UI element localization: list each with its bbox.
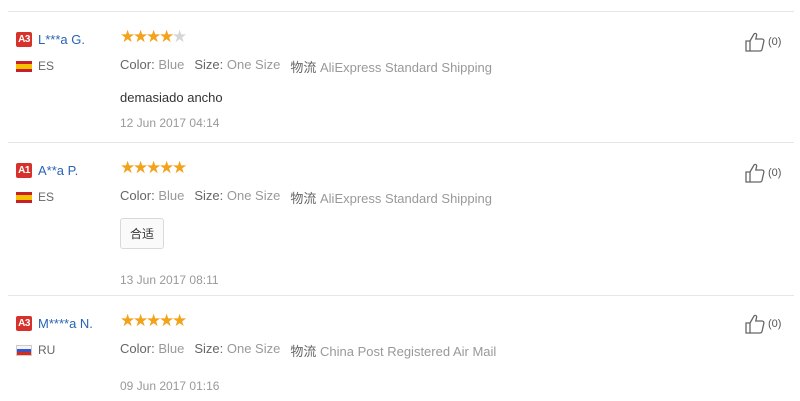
- buyer-level-badge: A3: [16, 31, 32, 47]
- review-date: 13 Jun 2017 08:11: [120, 273, 219, 287]
- review-content: ★ ★ ★ ★ ★ Color: Blue Size: One Size 物流 …: [120, 27, 720, 130]
- buyer-level-badge: A1: [16, 162, 32, 178]
- shipping-value: AliExpress Standard Shipping: [320, 60, 492, 75]
- reviewer-info: A1 A**a P. ES: [16, 160, 116, 205]
- reviewer-name[interactable]: L***a G.: [38, 32, 85, 47]
- size-label: Size:: [194, 188, 224, 203]
- review-item: A3 L***a G. ES ★ ★ ★ ★ ★ Color: Blue Siz…: [8, 11, 794, 143]
- size-label: Size:: [194, 341, 224, 356]
- helpful-button[interactable]: (0): [744, 31, 781, 53]
- helpful-count: (0): [768, 36, 782, 48]
- star-filled-icon: ★: [133, 27, 149, 46]
- thumbs-up-icon: [745, 163, 765, 183]
- color-value: Blue: [158, 341, 185, 356]
- thumbs-up-icon: [745, 32, 765, 52]
- star-filled-icon: ★: [172, 158, 188, 177]
- star-filled-icon: ★: [133, 311, 149, 330]
- color-label: Color:: [120, 57, 155, 72]
- color-label: Color:: [120, 341, 155, 356]
- review-item: A3 M****a N. RU ★ ★ ★ ★ ★ Color: Blue Si…: [8, 295, 794, 401]
- review-item: A1 A**a P. ES ★ ★ ★ ★ ★ Color: Blue Size…: [8, 142, 794, 296]
- thumbs-up-icon: [745, 314, 765, 334]
- helpful-button[interactable]: (0): [744, 162, 781, 184]
- review-text: 合适: [120, 218, 165, 249]
- shipping-label: 物流: [290, 191, 317, 206]
- star-filled-icon: ★: [146, 27, 162, 46]
- star-rating: ★ ★ ★ ★ ★: [120, 158, 720, 177]
- review-date: 12 Jun 2017 04:14: [120, 116, 220, 130]
- star-filled-icon: ★: [120, 27, 136, 46]
- reviewer-name[interactable]: A**a P.: [38, 163, 78, 178]
- star-filled-icon: ★: [159, 311, 175, 330]
- reviewer-country: ES: [38, 190, 55, 204]
- star-rating: ★ ★ ★ ★ ★: [120, 27, 720, 46]
- star-filled-icon: ★: [159, 27, 175, 46]
- color-value: Blue: [158, 188, 185, 203]
- size-value: One Size: [226, 188, 281, 203]
- review-content: ★ ★ ★ ★ ★ Color: Blue Size: One Size 物流 …: [120, 158, 720, 287]
- star-filled-icon: ★: [120, 158, 136, 177]
- color-value: Blue: [158, 57, 185, 72]
- product-attributes: Color: Blue Size: One Size 物流 AliExpress…: [120, 188, 720, 207]
- helpful-button[interactable]: (0): [744, 313, 781, 335]
- helpful-count: (0): [768, 167, 782, 179]
- size-label: Size:: [194, 57, 224, 72]
- review-content: ★ ★ ★ ★ ★ Color: Blue Size: One Size 物流 …: [120, 311, 720, 393]
- russia-flag-icon: [16, 344, 32, 356]
- review-date: 09 Jun 2017 01:16: [120, 379, 220, 393]
- star-filled-icon: ★: [172, 311, 188, 330]
- reviewer-info: A3 M****a N. RU: [16, 313, 116, 358]
- shipping-value: China Post Registered Air Mail: [320, 344, 497, 359]
- size-value: One Size: [226, 57, 281, 72]
- reviewer-country: ES: [38, 59, 55, 73]
- spain-flag-icon: [16, 191, 32, 203]
- helpful-count: (0): [768, 318, 782, 330]
- buyer-level-badge: A3: [16, 315, 32, 331]
- shipping-value: AliExpress Standard Shipping: [320, 191, 492, 206]
- star-filled-icon: ★: [146, 311, 162, 330]
- star-filled-icon: ★: [146, 158, 162, 177]
- reviewer-info: A3 L***a G. ES: [16, 29, 116, 74]
- star-filled-icon: ★: [159, 158, 175, 177]
- shipping-label: 物流: [290, 344, 317, 359]
- reviewer-country: RU: [38, 343, 56, 357]
- product-attributes: Color: Blue Size: One Size 物流 China Post…: [120, 341, 720, 360]
- star-filled-icon: ★: [120, 311, 136, 330]
- star-empty-icon: ★: [172, 27, 188, 46]
- spain-flag-icon: [16, 60, 32, 72]
- size-value: One Size: [226, 341, 281, 356]
- star-rating: ★ ★ ★ ★ ★: [120, 311, 720, 330]
- color-label: Color:: [120, 188, 155, 203]
- star-filled-icon: ★: [133, 158, 149, 177]
- product-attributes: Color: Blue Size: One Size 物流 AliExpress…: [120, 57, 720, 76]
- reviewer-name[interactable]: M****a N.: [38, 316, 93, 331]
- review-text: demasiado ancho: [120, 90, 223, 105]
- shipping-label: 物流: [290, 60, 317, 75]
